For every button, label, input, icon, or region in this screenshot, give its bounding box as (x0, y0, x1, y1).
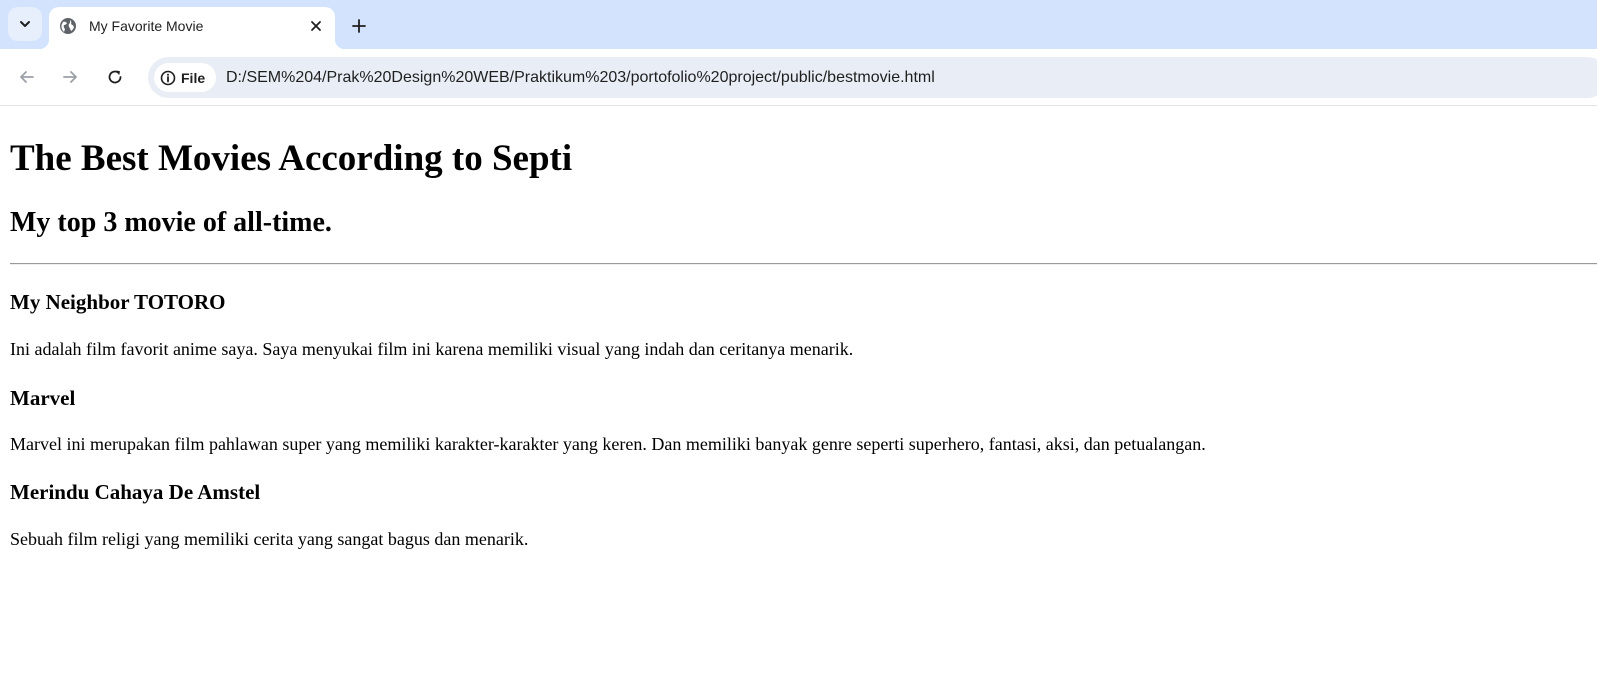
plus-icon (352, 19, 366, 33)
back-button[interactable] (13, 63, 41, 91)
address-bar[interactable]: File D:/SEM%204/Prak%20Design%20WEB/Prak… (148, 57, 1597, 98)
movie-title: Merindu Cahaya De Amstel (10, 480, 261, 504)
tab-active[interactable]: My Favorite Movie (39, 7, 345, 49)
site-info-chip[interactable]: File (154, 63, 216, 92)
close-icon (311, 21, 321, 31)
arrow-left-icon (20, 71, 34, 83)
tab-close-button[interactable] (305, 15, 327, 37)
reload-button[interactable] (101, 63, 129, 91)
globe-icon (60, 18, 76, 34)
info-icon (160, 70, 176, 85)
movie-description: Marvel ini merupakan film pahlawan super… (10, 434, 1206, 454)
tab-strip: My Favorite Movie (0, 0, 1597, 49)
movie-description: Sebuah film religi yang memiliki cerita … (10, 529, 529, 549)
movie-description: Ini adalah film favorit anime saya. Saya… (10, 339, 854, 359)
movie-title: Marvel (10, 386, 76, 410)
forward-button[interactable] (56, 63, 84, 91)
page-content: The Best Movies According to Septi My to… (0, 107, 1597, 678)
arrow-right-icon (63, 71, 77, 83)
page-title: The Best Movies According to Septi (10, 138, 573, 179)
chevron-down-icon (20, 21, 30, 27)
tab-search-button[interactable] (8, 7, 42, 41)
divider (10, 263, 1597, 265)
new-tab-button[interactable] (345, 12, 373, 40)
url-text[interactable]: D:/SEM%204/Prak%20Design%20WEB/Praktikum… (226, 68, 935, 88)
tab-title: My Favorite Movie (89, 18, 204, 34)
reload-icon (108, 70, 122, 84)
page-subtitle: My top 3 movie of all-time. (10, 207, 332, 238)
site-chip-label: File (181, 69, 206, 86)
browser-toolbar: File D:/SEM%204/Prak%20Design%20WEB/Prak… (0, 49, 1597, 106)
movie-title: My Neighbor TOTORO (10, 290, 226, 314)
